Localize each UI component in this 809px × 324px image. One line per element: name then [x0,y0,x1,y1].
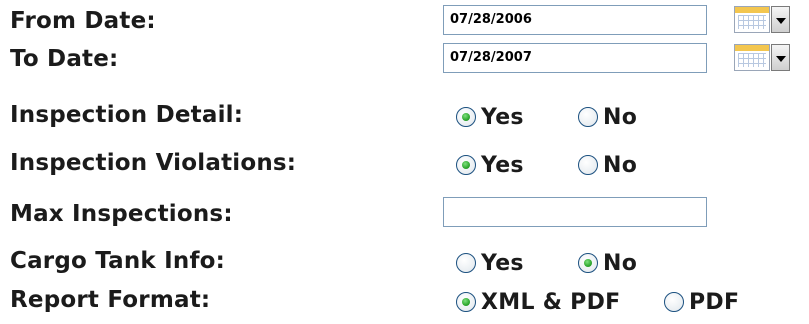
max-inspections-row: Max Inspections: [0,195,809,235]
max-inspections-input[interactable] [443,197,707,227]
report-format-row: Report Format: XML & PDF PDF [0,285,809,324]
from-date-label: From Date: [10,8,156,34]
to-date-input[interactable]: 07/28/2007 [443,43,707,73]
from-date-input[interactable]: 07/28/2006 [443,5,707,35]
radio-label: No [603,105,638,130]
radio-label: Yes [481,251,524,276]
max-inspections-label: Max Inspections: [10,201,233,227]
radio-button-icon[interactable] [578,253,598,273]
radio-button-icon[interactable] [456,155,476,175]
inspection-detail-label: Inspection Detail: [10,102,244,128]
radio-label: No [603,251,638,276]
dropdown-arrow-icon[interactable] [771,6,790,33]
radio-button-icon[interactable] [456,107,476,127]
radio-button-icon[interactable] [456,253,476,273]
from-date-row: From Date: 07/28/2006 [0,2,809,42]
radio-button-icon[interactable] [578,107,598,127]
radio-label: Yes [481,105,524,130]
to-date-label: To Date: [10,46,119,72]
radio-label: Yes [481,153,524,178]
cargo-tank-info-row: Cargo Tank Info: Yes No [0,246,809,286]
radio-button-icon[interactable] [578,155,598,175]
to-date-calendar-picker[interactable] [734,43,790,73]
inspection-detail-row: Inspection Detail: Yes No [0,98,809,138]
to-date-row: To Date: 07/28/2007 [0,40,809,80]
inspection-violations-label: Inspection Violations: [10,150,297,176]
radio-button-icon[interactable] [664,292,684,312]
radio-label: No [603,153,638,178]
radio-button-icon[interactable] [456,292,476,312]
report-format-label: Report Format: [10,287,211,313]
radio-label: PDF [689,290,740,315]
dropdown-arrow-icon[interactable] [771,44,790,71]
calendar-icon[interactable] [734,6,770,33]
cargo-tank-info-label: Cargo Tank Info: [10,248,226,274]
from-date-calendar-picker[interactable] [734,5,790,35]
inspection-violations-row: Inspection Violations: Yes No [0,146,809,186]
calendar-icon[interactable] [734,44,770,71]
radio-label: XML & PDF [481,290,621,315]
